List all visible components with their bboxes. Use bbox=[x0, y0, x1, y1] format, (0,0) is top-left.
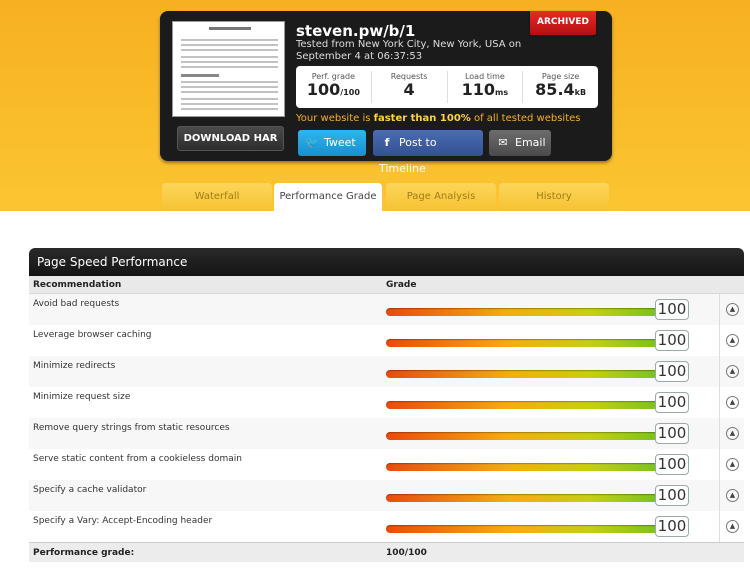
report-tabs: Waterfall Performance Grade Page Analysi… bbox=[160, 183, 612, 211]
recommendation-label: Minimize request size bbox=[33, 392, 131, 402]
grade-score: 100 bbox=[655, 392, 689, 413]
divider bbox=[719, 511, 720, 542]
post-to-timeline-button[interactable]: f Post to Timeline bbox=[373, 130, 483, 175]
metric-value: 110 bbox=[461, 80, 496, 99]
grade-score: 100 bbox=[655, 299, 689, 320]
grade-score: 100 bbox=[655, 361, 689, 382]
metric-unit: kB bbox=[574, 88, 587, 97]
grade-bar bbox=[386, 370, 658, 378]
metric-unit: ms bbox=[495, 88, 509, 97]
recommendation-label: Specify a cache validator bbox=[33, 485, 147, 495]
recommendation-label: Specify a Vary: Accept-Encoding header bbox=[33, 516, 213, 526]
expand-arrow-icon[interactable]: ▲ bbox=[726, 427, 739, 440]
page-thumbnail bbox=[172, 21, 285, 117]
metric-value: 100 bbox=[306, 80, 341, 99]
grade-bar bbox=[386, 463, 658, 471]
table-row: Specify a Vary: Accept-Encoding header 10… bbox=[29, 511, 744, 542]
grade-bar bbox=[386, 401, 658, 409]
grade-score: 100 bbox=[655, 485, 689, 506]
divider bbox=[719, 387, 720, 418]
expand-arrow-icon[interactable]: ▲ bbox=[726, 520, 739, 533]
comparison-prefix: Your website is bbox=[296, 113, 374, 124]
table-row: Minimize request size 100 ▲ bbox=[29, 387, 744, 418]
expand-arrow-icon[interactable]: ▲ bbox=[726, 489, 739, 502]
divider bbox=[719, 449, 720, 480]
comparison-text: Your website is faster than 100% of all … bbox=[296, 113, 581, 124]
archived-badge: ARCHIVED bbox=[530, 11, 596, 35]
metric-unit: /100 bbox=[340, 88, 360, 97]
email-button[interactable]: ✉ Email bbox=[489, 130, 551, 156]
page-speed-panel: Page Speed Performance Recommendation Gr… bbox=[29, 248, 744, 564]
divider bbox=[719, 480, 720, 511]
summary-card: DOWNLOAD HAR steven.pw/b/1 Tested from N… bbox=[160, 11, 612, 175]
comparison-highlight: faster than 100% bbox=[373, 113, 471, 124]
grade-score: 100 bbox=[655, 423, 689, 444]
tab-history[interactable]: History bbox=[499, 183, 609, 211]
recommendation-label: Serve static content from a cookieless d… bbox=[33, 454, 242, 464]
twitter-bird-icon: 🐦 bbox=[305, 136, 319, 149]
expand-arrow-icon[interactable]: ▲ bbox=[726, 303, 739, 316]
footer-label: Performance grade: bbox=[33, 548, 135, 558]
table-row: Avoid bad requests 100 ▲ bbox=[29, 294, 744, 325]
divider bbox=[719, 294, 720, 325]
grade-score: 100 bbox=[655, 516, 689, 537]
metric-perf-grade: Perf. grade 100/100 bbox=[296, 71, 372, 103]
table-row: Remove query strings from static resourc… bbox=[29, 418, 744, 449]
divider bbox=[719, 325, 720, 356]
grade-bar bbox=[386, 339, 658, 347]
grade-score: 100 bbox=[655, 454, 689, 475]
tab-page-analysis[interactable]: Page Analysis bbox=[386, 183, 496, 211]
table-row: Minimize redirects 100 ▲ bbox=[29, 356, 744, 387]
metric-requests: Requests 4 bbox=[372, 71, 448, 103]
recommendation-label: Avoid bad requests bbox=[33, 299, 120, 309]
divider bbox=[719, 356, 720, 387]
table-header: Recommendation Grade bbox=[29, 276, 744, 294]
recommendation-label: Minimize redirects bbox=[33, 361, 116, 371]
table-footer: Performance grade: 100/100 bbox=[29, 542, 744, 562]
grade-bar bbox=[386, 308, 658, 316]
table-row: Serve static content from a cookieless d… bbox=[29, 449, 744, 480]
panel-title: Page Speed Performance bbox=[29, 248, 744, 276]
recommendation-label: Remove query strings from static resourc… bbox=[33, 423, 230, 433]
tweet-label: Tweet bbox=[324, 136, 356, 149]
table-row: Specify a cache validator 100 ▲ bbox=[29, 480, 744, 511]
download-har-button[interactable]: DOWNLOAD HAR bbox=[177, 126, 284, 151]
recommendation-label: Leverage browser caching bbox=[33, 330, 152, 340]
column-recommendation: Recommendation bbox=[33, 280, 122, 290]
grade-bar bbox=[386, 494, 658, 502]
divider bbox=[719, 418, 720, 449]
metric-page-size: Page size 85.4kB bbox=[523, 71, 598, 103]
footer-value: 100/100 bbox=[386, 548, 427, 558]
grade-bar bbox=[386, 432, 658, 440]
recommendation-list: Avoid bad requests 100 ▲ Leverage browser c… bbox=[29, 294, 744, 542]
expand-arrow-icon[interactable]: ▲ bbox=[726, 396, 739, 409]
tab-performance-grade[interactable]: Performance Grade bbox=[274, 183, 382, 211]
metric-value: 4 bbox=[403, 80, 415, 99]
email-label: Email bbox=[515, 136, 546, 149]
tab-waterfall[interactable]: Waterfall bbox=[162, 183, 272, 211]
expand-arrow-icon[interactable]: ▲ bbox=[726, 334, 739, 347]
expand-arrow-icon[interactable]: ▲ bbox=[726, 458, 739, 471]
expand-arrow-icon[interactable]: ▲ bbox=[726, 365, 739, 378]
hero-banner: DOWNLOAD HAR steven.pw/b/1 Tested from N… bbox=[0, 0, 750, 211]
table-row: Leverage browser caching 100 ▲ bbox=[29, 325, 744, 356]
column-grade: Grade bbox=[386, 280, 417, 290]
envelope-icon: ✉ bbox=[498, 136, 508, 149]
comparison-suffix: of all tested websites bbox=[470, 113, 581, 124]
test-info: Tested from New York City, New York, USA… bbox=[296, 39, 522, 62]
metric-load-time: Load time 110ms bbox=[448, 71, 524, 103]
tested-url: steven.pw/b/1 bbox=[296, 22, 416, 40]
tweet-button[interactable]: 🐦 Tweet bbox=[298, 130, 366, 156]
grade-bar bbox=[386, 525, 658, 533]
facebook-icon: f bbox=[384, 136, 390, 149]
grade-score: 100 bbox=[655, 330, 689, 351]
metric-value: 85.4 bbox=[535, 80, 575, 99]
metrics-box: Perf. grade 100/100 Requests 4 Load time… bbox=[296, 66, 598, 108]
